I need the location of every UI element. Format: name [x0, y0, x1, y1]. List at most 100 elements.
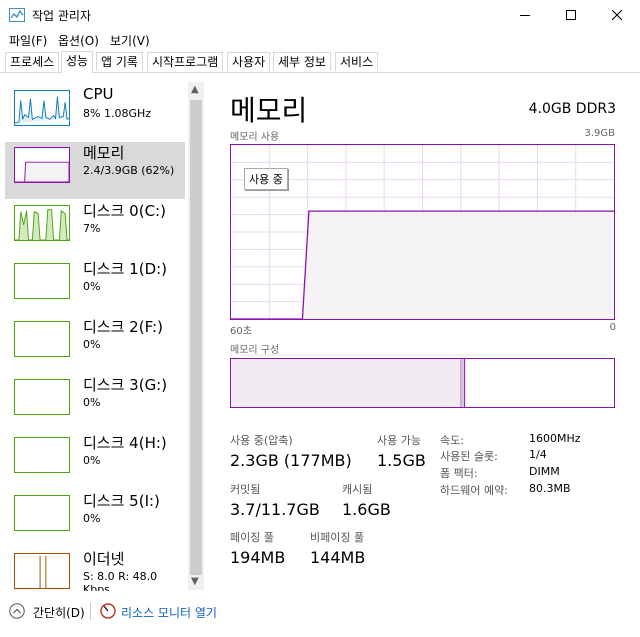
- paged-pool-value: 194MB: [230, 548, 286, 567]
- menu-bar: 파일(F) 옵션(O) 보기(V): [0, 30, 640, 50]
- nonpaged-pool-value: 144MB: [310, 548, 366, 567]
- sidebar-item-disk-1-value: 0%: [83, 280, 101, 293]
- sidebar-item-memory-label: 메모리: [83, 144, 125, 162]
- sidebar-item-disk-1-label: 디스크 1(D:): [83, 260, 168, 278]
- sidebar-item-disk-3-value: 0%: [83, 396, 101, 409]
- page-title: 메모리: [230, 94, 308, 127]
- sidebar-item-disk-4-label: 디스크 4(H:): [83, 434, 167, 452]
- time-axis-left: 60초: [230, 326, 252, 337]
- performance-sidebar: CPU 8% 1.08GHz 메모리 2.4/3.9GB (62%) 디스크 0…: [0, 80, 206, 591]
- paged-pool-label: 페이징 풀: [230, 531, 274, 544]
- sidebar-item-disk-0[interactable]: 디스크 0(C:) 7%: [5, 200, 185, 257]
- tab-startup[interactable]: 시작프로그램: [147, 52, 224, 71]
- memory-composition-bar: [230, 358, 615, 408]
- form-factor-label: 폼 팩터:: [440, 467, 478, 480]
- chevron-up-circle-icon[interactable]: [9, 603, 25, 619]
- composition-label: 메모리 구성: [230, 345, 280, 356]
- task-manager-app-icon: [9, 8, 25, 22]
- disk-5-thumbnail: [14, 495, 70, 531]
- composition-modified: [460, 359, 465, 407]
- sidebar-item-disk-2-label: 디스크 2(F:): [83, 318, 163, 336]
- sidebar-item-disk-5[interactable]: 디스크 5(I:) 0%: [5, 490, 185, 547]
- tab-services[interactable]: 서비스: [335, 52, 379, 71]
- sidebar-item-ethernet[interactable]: 이더넷 S: 8.0 R: 48.0 Kbps: [5, 548, 185, 591]
- disk-0-thumbnail: [14, 205, 70, 241]
- available-value: 1.5GB: [377, 451, 426, 470]
- tab-users[interactable]: 사용자: [227, 52, 271, 71]
- maximize-icon: [566, 10, 576, 20]
- disk-3-thumbnail: [14, 379, 70, 415]
- footer-bar: 간단히(D) 리소스 모니터 열기: [0, 598, 640, 626]
- resource-monitor-icon: [100, 603, 116, 619]
- hardware-reserved-label: 하드웨어 예약:: [440, 484, 508, 497]
- sidebar-item-cpu-label: CPU: [83, 85, 114, 103]
- in-use-label: 사용 중(압축): [230, 434, 293, 447]
- committed-label: 커밋됨: [230, 483, 261, 496]
- sidebar-scrollbar[interactable]: ▲ ▼: [188, 82, 204, 590]
- usage-area: [231, 211, 614, 319]
- disk-4-thumbnail: [14, 437, 70, 473]
- ethernet-thumbnail: [14, 553, 70, 589]
- sidebar-item-disk-5-label: 디스크 5(I:): [83, 492, 160, 510]
- cpu-thumbnail: [14, 90, 70, 126]
- sidebar-item-disk-0-label: 디스크 0(C:): [83, 202, 166, 220]
- memory-spec: 4.0GB DDR3: [528, 101, 616, 117]
- time-axis-right: 0: [609, 322, 616, 333]
- collapse-button[interactable]: 간단히(D): [33, 604, 85, 621]
- menu-options[interactable]: 옵션(O): [58, 32, 99, 49]
- menu-file[interactable]: 파일(F): [9, 32, 47, 49]
- hardware-reserved-value: 80.3MB: [529, 482, 571, 495]
- sidebar-item-ethernet-value: S: 8.0 R: 48.0 Kbps: [83, 570, 158, 591]
- menu-view[interactable]: 보기(V): [110, 32, 150, 49]
- scroll-down-icon[interactable]: ▼: [191, 576, 199, 587]
- footer-divider: [90, 602, 91, 620]
- tab-performance[interactable]: 성능: [61, 51, 94, 73]
- sidebar-item-disk-3[interactable]: 디스크 3(G:) 0%: [5, 374, 185, 431]
- scroll-thumb[interactable]: [190, 100, 202, 575]
- memory-detail-panel: 메모리 4.0GB DDR3 메모리 사용 3.9GB 사용 중 60초 0 메…: [215, 80, 640, 591]
- sidebar-item-ethernet-label: 이더넷: [83, 550, 125, 568]
- disk-1-thumbnail: [14, 263, 70, 299]
- tab-strip: 프로세스 성능 앱 기록 시작프로그램 사용자 세부 정보 서비스: [0, 51, 640, 73]
- sidebar-item-disk-4-value: 0%: [83, 454, 101, 467]
- speed-value: 1600MHz: [529, 432, 581, 445]
- disk-2-thumbnail: [14, 321, 70, 357]
- sidebar-item-cpu[interactable]: CPU 8% 1.08GHz: [5, 85, 185, 142]
- in-use-value: 2.3GB (177MB): [230, 451, 352, 470]
- speed-label: 속도:: [440, 434, 464, 447]
- close-icon: [612, 10, 623, 21]
- memory-thumbnail: [14, 147, 70, 183]
- cached-label: 캐시됨: [342, 483, 373, 496]
- slots-value: 1/4: [529, 448, 547, 461]
- open-resource-monitor-link[interactable]: 리소스 모니터 열기: [121, 604, 217, 621]
- scroll-up-icon[interactable]: ▲: [191, 84, 199, 95]
- usage-tooltip: 사용 중: [244, 168, 288, 190]
- sidebar-item-disk-5-value: 0%: [83, 512, 101, 525]
- sidebar-item-disk-2[interactable]: 디스크 2(F:) 0%: [5, 316, 185, 373]
- sidebar-item-cpu-value: 8% 1.08GHz: [83, 107, 152, 120]
- sidebar-item-disk-2-value: 0%: [83, 338, 101, 351]
- sidebar-item-disk-4[interactable]: 디스크 4(H:) 0%: [5, 432, 185, 489]
- minimize-icon: [520, 15, 530, 16]
- composition-in-use: [231, 359, 461, 407]
- sidebar-item-disk-3-label: 디스크 3(G:): [83, 376, 168, 394]
- form-factor-value: DIMM: [529, 465, 560, 478]
- available-label: 사용 가능: [377, 434, 421, 447]
- maximize-button[interactable]: [548, 0, 594, 30]
- tab-app-history[interactable]: 앱 기록: [96, 52, 143, 71]
- committed-value: 3.7/11.7GB: [230, 500, 320, 519]
- tab-processes[interactable]: 프로세스: [5, 52, 60, 71]
- sidebar-item-memory-value: 2.4/3.9GB (62%): [83, 164, 175, 177]
- minimize-button[interactable]: [502, 0, 548, 30]
- close-button[interactable]: [594, 0, 640, 30]
- usage-graph-label: 메모리 사용: [230, 132, 280, 143]
- sidebar-item-disk-1[interactable]: 디스크 1(D:) 0%: [5, 258, 185, 315]
- tab-details[interactable]: 세부 정보: [273, 52, 331, 71]
- nonpaged-pool-label: 비페이징 풀: [310, 531, 365, 544]
- title-bar: 작업 관리자: [0, 0, 640, 30]
- cached-value: 1.6GB: [342, 500, 391, 519]
- sidebar-item-memory[interactable]: 메모리 2.4/3.9GB (62%): [5, 142, 185, 199]
- window-title: 작업 관리자: [32, 9, 92, 23]
- sidebar-item-disk-0-value: 7%: [83, 222, 101, 235]
- slots-label: 사용된 슬롯:: [440, 450, 498, 463]
